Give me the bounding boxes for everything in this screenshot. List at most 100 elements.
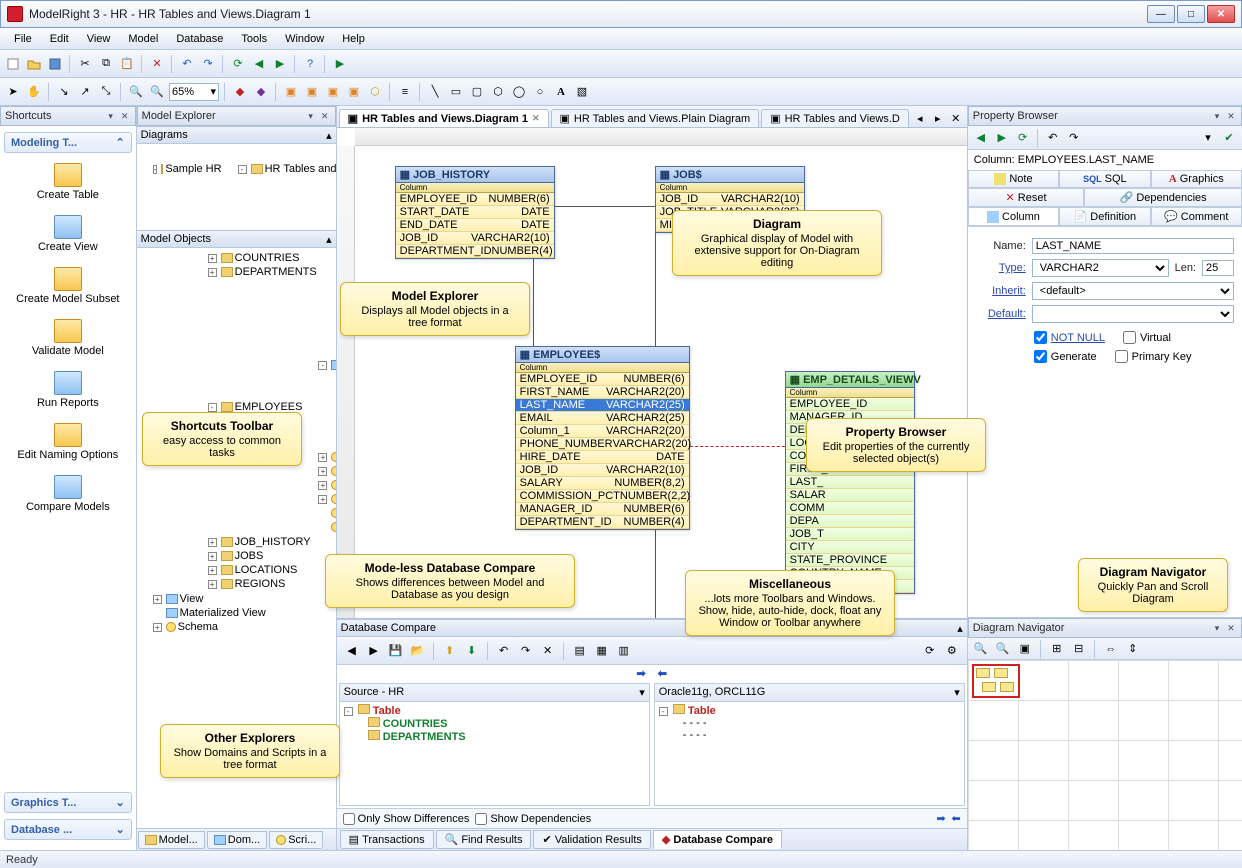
- menu-help[interactable]: Help: [334, 31, 373, 47]
- prop-back-button[interactable]: ◀: [972, 129, 990, 147]
- new-button[interactable]: [4, 55, 22, 73]
- relation-tool-3[interactable]: ⤡: [97, 83, 115, 101]
- entity-emp-details-view[interactable]: ▦EMP_DETAILS_VIEWV Column EMPLOYEE_ID MA…: [785, 371, 915, 594]
- notnull-checkbox[interactable]: NOT NULL: [1034, 331, 1105, 344]
- circle-tool[interactable]: ○: [531, 83, 549, 101]
- entity-job-history[interactable]: ▦JOB_HISTORY Column EMPLOYEE_IDNUMBER(6)…: [395, 166, 555, 259]
- dbc-settings-button[interactable]: ⚙: [943, 642, 961, 660]
- shortcuts-group-graphics[interactable]: Graphics T...⌄: [4, 792, 132, 813]
- close-panel-icon[interactable]: ✕: [319, 110, 331, 122]
- prop-undo-button[interactable]: ↶: [1044, 129, 1062, 147]
- rect-tool[interactable]: ▭: [447, 83, 465, 101]
- relation-tool-1[interactable]: ↘: [55, 83, 73, 101]
- prop-tab-comment[interactable]: 💬Comment: [1151, 207, 1242, 226]
- tab-database-compare[interactable]: ◆Database Compare: [653, 830, 782, 849]
- save-button[interactable]: [46, 55, 64, 73]
- pin-icon[interactable]: ▾: [1211, 622, 1223, 634]
- diagram-canvas[interactable]: ▦JOB_HISTORY Column EMPLOYEE_IDNUMBER(6)…: [337, 128, 967, 618]
- menu-model[interactable]: Model: [120, 31, 166, 47]
- default-select[interactable]: [1032, 305, 1234, 323]
- menu-file[interactable]: File: [6, 31, 40, 47]
- doc-tab-2[interactable]: ▣HR Tables and Views.Plain Diagram: [551, 109, 760, 127]
- nav-zoomin-button[interactable]: 🔍: [972, 640, 990, 658]
- nav-span-h-button[interactable]: ⇔: [1102, 640, 1120, 658]
- rrect-tool[interactable]: ▢: [468, 83, 486, 101]
- prop-fwd-button[interactable]: ▶: [993, 129, 1011, 147]
- show-deps-checkbox[interactable]: Show Dependencies: [475, 813, 591, 825]
- prop-tab-dependencies[interactable]: 🔗Dependencies: [1084, 188, 1242, 207]
- zoom-out-button[interactable]: 🔍: [148, 83, 166, 101]
- close-panel-icon[interactable]: ✕: [1225, 622, 1237, 634]
- virtual-checkbox[interactable]: Virtual: [1123, 331, 1171, 344]
- shortcut-edit-naming[interactable]: Edit Naming Options: [4, 419, 132, 471]
- pointer-tool[interactable]: ➤: [4, 83, 22, 101]
- prop-dropdown-button[interactable]: ▾: [1199, 129, 1217, 147]
- close-panel-icon[interactable]: ✕: [119, 110, 131, 122]
- maximize-button[interactable]: □: [1177, 5, 1205, 23]
- shape-tool-1[interactable]: ◆: [231, 83, 249, 101]
- shortcut-compare-models[interactable]: Compare Models: [4, 471, 132, 523]
- close-panel-icon[interactable]: ✕: [1225, 110, 1237, 122]
- shortcut-run-reports[interactable]: Run Reports: [4, 367, 132, 419]
- menu-edit[interactable]: Edit: [42, 31, 77, 47]
- diagrams-tree[interactable]: -Sample HR -HR Tables and Views Decorate…: [137, 144, 336, 230]
- text-tool[interactable]: A: [552, 83, 570, 101]
- paste-button[interactable]: 📋: [118, 55, 136, 73]
- name-input[interactable]: [1032, 238, 1234, 254]
- dbc-left-pane[interactable]: Source - HR▾ - Table COUNTRIES DEPARTMEN…: [339, 683, 650, 806]
- doc-tab-3[interactable]: ▣HR Tables and Views.D: [761, 109, 909, 127]
- redo-button[interactable]: ↷: [199, 55, 217, 73]
- dbc-back-button[interactable]: ◀: [343, 642, 361, 660]
- shortcut-create-model-subset[interactable]: Create Model Subset: [4, 263, 132, 315]
- prop-tab-graphics[interactable]: AGraphics: [1151, 170, 1242, 188]
- box3d-2[interactable]: ▣: [303, 83, 321, 101]
- arrow-left-icon[interactable]: ⬅: [952, 812, 961, 825]
- dbc-refresh-button[interactable]: ⟳: [921, 642, 939, 660]
- relation-tool-2[interactable]: ↗: [76, 83, 94, 101]
- dbc-save-button[interactable]: 💾: [387, 642, 405, 660]
- box3d-3[interactable]: ▣: [324, 83, 342, 101]
- dbc-grid-button[interactable]: ▦: [593, 642, 611, 660]
- dbc-redo-button[interactable]: ↷: [517, 642, 535, 660]
- shortcut-validate-model[interactable]: Validate Model: [4, 315, 132, 367]
- dbc-filter-button[interactable]: ▥: [615, 642, 633, 660]
- shortcuts-group-database[interactable]: Database ...⌄: [4, 819, 132, 840]
- prop-apply-button[interactable]: ✔: [1220, 129, 1238, 147]
- polyline-tool[interactable]: ⬡: [489, 83, 507, 101]
- hand-tool[interactable]: ✋: [25, 83, 43, 101]
- entity-employees[interactable]: ▦EMPLOYEE$ Column EMPLOYEE_IDNUMBER(6) F…: [515, 346, 690, 530]
- prop-tab-note[interactable]: Note: [968, 170, 1059, 188]
- play-button[interactable]: ▶: [331, 55, 349, 73]
- close-button[interactable]: ✕: [1207, 5, 1235, 23]
- shortcut-create-view[interactable]: Create View: [4, 211, 132, 263]
- generate-checkbox[interactable]: Generate: [1034, 350, 1097, 363]
- nav-back-button[interactable]: ◀: [250, 55, 268, 73]
- minimize-button[interactable]: ―: [1147, 5, 1175, 23]
- doc-tab-1[interactable]: ▣HR Tables and Views.Diagram 1✕: [339, 109, 549, 127]
- box3d-4[interactable]: ▣: [345, 83, 363, 101]
- arrow-right-icon[interactable]: ➡: [936, 812, 945, 825]
- tab-scripts[interactable]: Scri...: [269, 831, 323, 849]
- tab-close-button[interactable]: ✕: [947, 109, 965, 127]
- tab-next-button[interactable]: ▸: [929, 109, 947, 127]
- prop-tab-sql[interactable]: SQLSQL: [1059, 170, 1150, 188]
- prop-tab-column[interactable]: Column: [968, 207, 1059, 226]
- dbc-fwd-button[interactable]: ▶: [365, 642, 383, 660]
- prop-redo-button[interactable]: ↷: [1065, 129, 1083, 147]
- nav-fwd-button[interactable]: ▶: [271, 55, 289, 73]
- image-tool[interactable]: ▧: [573, 83, 591, 101]
- inherit-select[interactable]: <default>: [1032, 282, 1234, 300]
- only-diff-checkbox[interactable]: Only Show Differences: [343, 813, 470, 825]
- menu-view[interactable]: View: [79, 31, 119, 47]
- delete-button[interactable]: ✕: [148, 55, 166, 73]
- zoom-combo[interactable]: 65%▾: [169, 83, 219, 101]
- dbc-right-pane[interactable]: Oracle11g, ORCL11G▾ - Table - - - - - - …: [654, 683, 965, 806]
- line-tool[interactable]: ╲: [426, 83, 444, 101]
- dbc-list-button[interactable]: ▤: [571, 642, 589, 660]
- pin-icon[interactable]: ▾: [305, 110, 317, 122]
- len-input[interactable]: [1202, 260, 1234, 276]
- menu-window[interactable]: Window: [277, 31, 332, 47]
- prop-refresh-button[interactable]: ⟳: [1014, 129, 1032, 147]
- shape-tool-2[interactable]: ◆: [252, 83, 270, 101]
- help-button[interactable]: ?: [301, 55, 319, 73]
